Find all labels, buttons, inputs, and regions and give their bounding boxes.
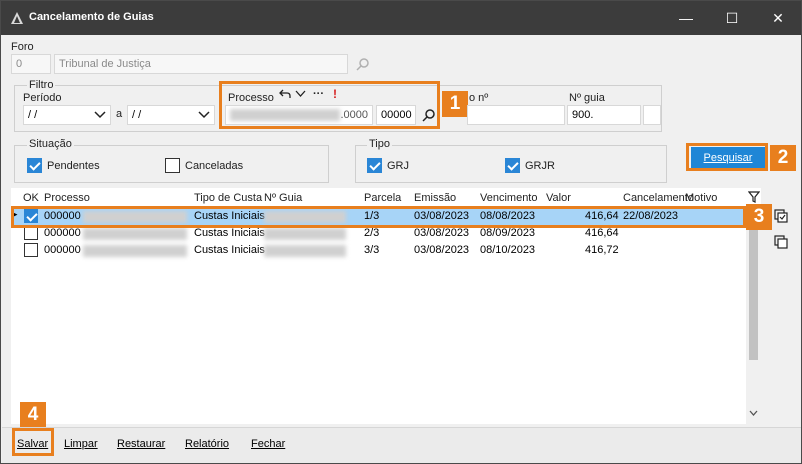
- window-title: Cancelamento de Guias: [29, 11, 154, 23]
- limpar-label: Limpar: [64, 438, 98, 450]
- cell-vencimento: 08/10/2023: [480, 244, 536, 256]
- restaurar-button[interactable]: Restaurar: [117, 438, 165, 450]
- cell-processo: 000000: [44, 227, 81, 239]
- grjr-checkbox[interactable]: [505, 158, 520, 173]
- table-row[interactable]: 000000 Custas Iniciais 3/3 03/08/2023 08…: [11, 242, 746, 259]
- cell-parcela: 3/3: [364, 244, 380, 256]
- foro-code-field[interactable]: 0: [11, 54, 51, 74]
- grj-checkbox[interactable]: [367, 158, 382, 173]
- title-bar: Cancelamento de Guias — ☐ ✕: [1, 1, 801, 35]
- periodo-label: Período: [23, 92, 62, 104]
- tipo-label: Tipo: [367, 138, 392, 150]
- minimize-button[interactable]: —: [663, 1, 709, 35]
- cell-valor: 416,72: [585, 244, 619, 256]
- row-checkbox[interactable]: [24, 226, 38, 240]
- nguia-label: Nº guia: [569, 92, 605, 104]
- scrollbar-thumb[interactable]: [749, 212, 758, 360]
- cell-nguia-redacted: [264, 245, 346, 257]
- step-badge-1: 1: [442, 91, 468, 117]
- maximize-button[interactable]: ☐: [709, 1, 755, 35]
- cell-emissao: 03/08/2023: [414, 227, 470, 239]
- chevron-down-icon[interactable]: [198, 110, 210, 120]
- highlight-row: [11, 206, 746, 228]
- col-emissao[interactable]: Emissão: [414, 192, 456, 204]
- foro-label: Foro: [11, 41, 34, 53]
- date-from-value: / /: [28, 109, 38, 121]
- filter-icon[interactable]: [748, 191, 760, 203]
- col-nguia[interactable]: Nº Guia: [264, 192, 302, 204]
- nguia-extra-field[interactable]: [643, 105, 661, 125]
- highlight-search: [686, 143, 768, 171]
- foro-name-field[interactable]: Tribunal de Justiça: [54, 54, 348, 74]
- processo-tail-field[interactable]: [467, 105, 565, 125]
- step-badge-3: 3: [746, 204, 772, 230]
- cell-processo-redacted: [83, 245, 187, 257]
- step-badge-2: 2: [770, 145, 796, 171]
- cell-processo: 000000: [44, 244, 81, 256]
- copy-icon[interactable]: [774, 209, 788, 223]
- cell-parcela: 2/3: [364, 227, 380, 239]
- highlight-salvar: [12, 428, 54, 456]
- col-parcela[interactable]: Parcela: [364, 192, 401, 204]
- search-icon[interactable]: [356, 57, 370, 71]
- situacao-label: Situação: [27, 138, 74, 150]
- copy-icon[interactable]: [774, 235, 788, 249]
- processo-tail-label: o nº: [469, 92, 489, 104]
- canceladas-checkbox[interactable]: [165, 158, 180, 173]
- chevron-down-icon[interactable]: [94, 110, 106, 120]
- cell-tipo: Custas Iniciais: [194, 227, 265, 239]
- restaurar-label: Restaurar: [117, 438, 166, 450]
- col-vencimento[interactable]: Vencimento: [480, 192, 537, 204]
- grjr-label: GRJR: [525, 160, 555, 172]
- fechar-label: Fechar: [251, 438, 286, 450]
- close-button[interactable]: ✕: [755, 1, 801, 35]
- app-icon: [11, 12, 23, 24]
- nguia-field[interactable]: 900.: [567, 105, 641, 125]
- col-ok[interactable]: OK: [23, 192, 39, 204]
- col-tipo-custa[interactable]: Tipo de Custa: [194, 192, 264, 204]
- table-scrollbar[interactable]: [746, 208, 761, 424]
- bottom-toolbar: Salvar Limpar Restaurar Relatório Fechar: [2, 427, 801, 463]
- date-to-value: / /: [132, 109, 142, 121]
- date-separator: a: [116, 108, 123, 120]
- col-valor[interactable]: Valor: [546, 192, 571, 204]
- row-checkbox[interactable]: [24, 243, 38, 257]
- main-window: Cancelamento de Guias — ☐ ✕ Foro 0 Tribu…: [0, 0, 802, 464]
- pendentes-label: Pendentes: [47, 160, 100, 172]
- col-motivo[interactable]: Motivo: [685, 192, 717, 204]
- pendentes-checkbox[interactable]: [27, 158, 42, 173]
- col-processo[interactable]: Processo: [44, 192, 90, 204]
- step-badge-4: 4: [20, 402, 46, 428]
- fechar-button[interactable]: Fechar: [251, 438, 285, 450]
- cell-tipo: Custas Iniciais: [194, 244, 265, 256]
- relatorio-button[interactable]: Relatório: [185, 438, 229, 450]
- canceladas-label: Canceladas: [185, 160, 244, 172]
- limpar-button[interactable]: Limpar: [64, 438, 98, 450]
- cell-emissao: 03/08/2023: [414, 244, 470, 256]
- cell-valor: 416,64: [585, 227, 619, 239]
- grj-label: GRJ: [387, 160, 409, 172]
- relatorio-label: Relatório: [185, 438, 230, 450]
- highlight-processo: [219, 81, 440, 129]
- col-cancelamento[interactable]: Cancelamento: [623, 192, 694, 204]
- cell-vencimento: 08/09/2023: [480, 227, 536, 239]
- cell-processo-redacted: [83, 228, 187, 240]
- filtro-label: Filtro: [27, 79, 56, 91]
- cell-nguia-redacted: [264, 228, 346, 240]
- chevron-down-icon[interactable]: [749, 410, 758, 417]
